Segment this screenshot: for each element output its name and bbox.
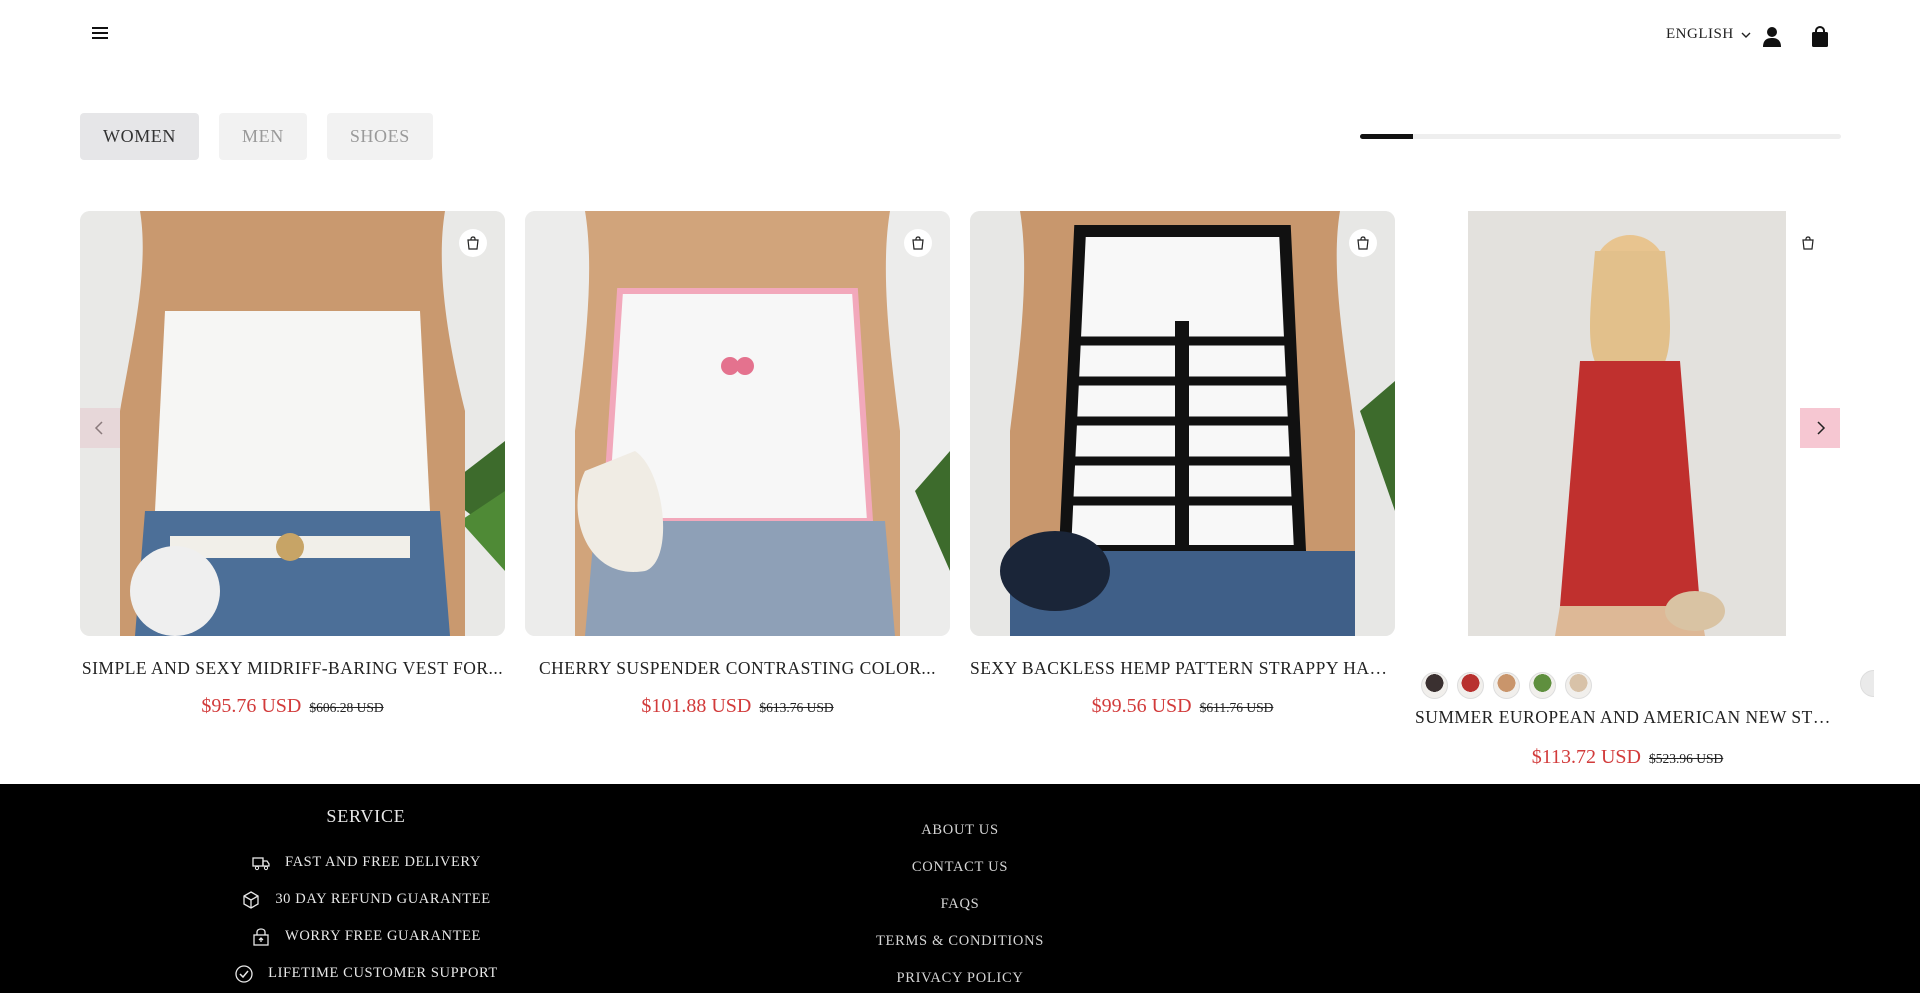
product-old-price: $606.28 USD <box>309 700 384 715</box>
language-selector[interactable]: ENGLISH <box>1666 26 1752 43</box>
service-label: FAST AND FREE DELIVERY <box>285 854 481 870</box>
service-item: WORRY FREE GUARANTEE <box>0 918 732 955</box>
service-label: LIFETIME CUSTOMER SUPPORT <box>268 965 498 981</box>
footer-links: ABOUT US CONTACT US FAQS TERMS & CONDITI… <box>760 822 1160 993</box>
product-image[interactable] <box>525 211 950 636</box>
link-privacy-policy[interactable]: PRIVACY POLICY <box>760 970 1160 993</box>
box-icon <box>243 890 259 909</box>
color-swatch[interactable] <box>1421 672 1448 699</box>
product-card[interactable]: SEXY BACKLESS HEMP PATTERN STRAPPY HALTE… <box>970 211 1395 718</box>
language-label: ENGLISH <box>1666 26 1734 42</box>
cart-icon <box>1357 236 1369 250</box>
tab-shoes[interactable]: SHOES <box>326 113 433 160</box>
product-price: $99.56 USD <box>1091 695 1192 717</box>
add-to-cart-button[interactable] <box>1794 229 1822 257</box>
cart-icon <box>912 236 924 250</box>
product-carousel: SIMPLE AND SEXY MIDRIFF-BARING VEST FOR.… <box>80 211 1840 781</box>
link-about-us[interactable]: ABOUT US <box>760 822 1160 859</box>
product-card[interactable]: CHERRY SUSPENDER CONTRASTING COLOR... $1… <box>525 211 950 718</box>
service-item: LIFETIME CUSTOMER SUPPORT <box>0 955 732 992</box>
add-to-cart-button[interactable] <box>459 229 487 257</box>
service-heading: SERVICE <box>326 806 406 826</box>
check-circle-icon <box>235 964 253 983</box>
user-icon[interactable] <box>1759 24 1785 50</box>
carousel-next-button[interactable] <box>1800 408 1840 448</box>
chevron-left-icon <box>94 421 103 435</box>
product-price: $113.72 USD <box>1531 746 1641 768</box>
product-price: $101.88 USD <box>641 695 752 717</box>
color-swatch[interactable] <box>1565 672 1592 699</box>
chevron-right-icon <box>1817 421 1826 435</box>
service-label: WORRY FREE GUARANTEE <box>285 928 481 944</box>
color-swatches <box>1415 672 1840 699</box>
service-label: 30 DAY REFUND GUARANTEE <box>275 891 491 907</box>
product-title[interactable]: SUMMER EUROPEAN AND AMERICAN NEW STYL... <box>1415 707 1840 728</box>
category-tabs: WOMEN MEN SHOES <box>80 113 433 160</box>
service-list: FAST AND FREE DELIVERY 30 DAY REFUND GUA… <box>0 844 732 992</box>
service-item: FAST AND FREE DELIVERY <box>0 844 732 881</box>
color-swatch[interactable] <box>1457 672 1484 699</box>
product-image[interactable] <box>970 211 1395 636</box>
color-swatch[interactable] <box>1529 672 1556 699</box>
shopping-bag-icon[interactable] <box>1807 24 1833 50</box>
product-old-price: $611.76 USD <box>1199 700 1274 715</box>
delivery-truck-icon <box>252 856 270 870</box>
link-contact-us[interactable]: CONTACT US <box>760 859 1160 896</box>
link-terms-conditions[interactable]: TERMS & CONDITIONS <box>760 933 1160 970</box>
link-faqs[interactable]: FAQS <box>760 896 1160 933</box>
lock-icon <box>253 927 269 946</box>
tab-men[interactable]: MEN <box>219 113 307 160</box>
add-to-cart-button[interactable] <box>1349 229 1377 257</box>
site-header: ENGLISH <box>0 0 1920 74</box>
product-card[interactable]: SIMPLE AND SEXY MIDRIFF-BARING VEST FOR.… <box>80 211 505 718</box>
product-title[interactable]: CHERRY SUSPENDER CONTRASTING COLOR... <box>525 658 950 679</box>
product-title[interactable]: SIMPLE AND SEXY MIDRIFF-BARING VEST FOR.… <box>80 658 505 679</box>
product-title[interactable]: SEXY BACKLESS HEMP PATTERN STRAPPY HALTE… <box>970 658 1395 679</box>
product-price: $95.76 USD <box>201 695 302 717</box>
menu-icon[interactable] <box>88 24 112 48</box>
tab-women[interactable]: WOMEN <box>80 113 199 160</box>
carousel-progress-bar <box>1360 134 1841 139</box>
chevron-down-icon <box>1741 32 1751 38</box>
product-card[interactable]: SUMMER EUROPEAN AND AMERICAN NEW STYL...… <box>1415 211 1840 769</box>
cart-icon <box>467 236 479 250</box>
add-to-cart-button[interactable] <box>904 229 932 257</box>
carousel-prev-button[interactable] <box>80 408 120 448</box>
next-card-swatch <box>1860 670 1874 697</box>
color-swatch[interactable] <box>1493 672 1520 699</box>
product-image[interactable] <box>80 211 505 636</box>
product-old-price: $613.76 USD <box>759 700 834 715</box>
site-footer: SERVICE FAST AND FREE DELIVERY 30 DAY RE… <box>0 784 1920 993</box>
carousel-progress-fill <box>1360 134 1413 139</box>
cart-icon <box>1802 236 1814 250</box>
product-old-price: $523.96 USD <box>1649 751 1724 766</box>
product-image[interactable] <box>1415 211 1840 636</box>
service-item: 30 DAY REFUND GUARANTEE <box>0 881 732 918</box>
